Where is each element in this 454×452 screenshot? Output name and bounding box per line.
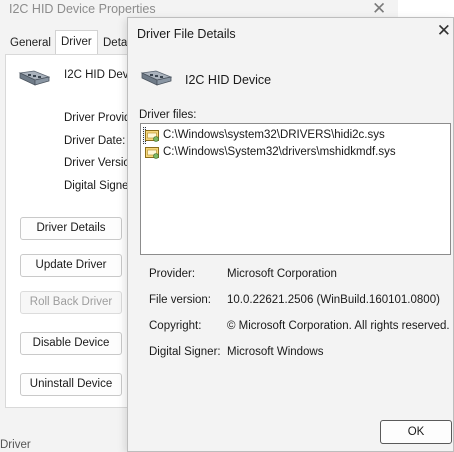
- close-icon[interactable]: ✕: [437, 21, 451, 41]
- digital-signer-label: Digital Signer:: [64, 180, 136, 192]
- bottom-text: Driver: [0, 439, 31, 451]
- disable-device-button[interactable]: Disable Device: [20, 332, 122, 355]
- driver-files-label: Driver files:: [139, 109, 197, 121]
- driver-file-details-dialog: Driver File Details ✕ I2C HID Device Dri…: [127, 17, 454, 452]
- file-version-label: File version:: [149, 294, 211, 306]
- hid-device-icon: [18, 70, 50, 86]
- driver-version-label: Driver Version: [64, 157, 137, 169]
- device-name: I2C HID Devic: [64, 69, 137, 81]
- provider-value: Microsoft Corporation: [227, 268, 337, 280]
- hid-device-icon: [140, 70, 172, 86]
- update-driver-button[interactable]: Update Driver: [20, 254, 122, 277]
- ok-button[interactable]: OK: [380, 420, 452, 444]
- uninstall-device-button[interactable]: Uninstall Device: [20, 373, 122, 396]
- copyright-label: Copyright:: [149, 320, 202, 332]
- driver-files-list[interactable]: C:\Windows\system32\DRIVERS\hidi2c.sys C…: [140, 123, 451, 255]
- roll-back-driver-button: Roll Back Driver: [20, 291, 122, 314]
- dialog-device-name: I2C HID Device: [185, 73, 272, 87]
- digital-signer-value: Microsoft Windows: [227, 346, 324, 358]
- dialog-title: Driver File Details: [137, 27, 236, 41]
- provider-label: Provider:: [149, 268, 196, 280]
- list-item[interactable]: C:\Windows\System32\drivers\mshidkmdf.sy…: [143, 144, 396, 161]
- list-item[interactable]: C:\Windows\system32\DRIVERS\hidi2c.sys: [143, 127, 385, 144]
- file-path: C:\Windows\system32\DRIVERS\hidi2c.sys: [163, 129, 385, 141]
- system-file-icon: [145, 130, 159, 142]
- driver-provider-label: Driver Provide: [64, 112, 137, 124]
- system-file-icon: [145, 147, 159, 159]
- driver-date-label: Driver Date:: [64, 135, 126, 147]
- window-title: I2C HID Device Properties: [9, 2, 156, 16]
- digital-signer-label: Digital Signer:: [149, 346, 221, 358]
- file-path: C:\Windows\System32\drivers\mshidkmdf.sy…: [163, 146, 396, 158]
- copyright-value: © Microsoft Corporation. All rights rese…: [227, 320, 450, 332]
- driver-details-button[interactable]: Driver Details: [20, 217, 122, 240]
- file-version-value: 10.0.22621.2506 (WinBuild.160101.0800): [227, 294, 440, 306]
- tab-driver[interactable]: Driver: [55, 30, 98, 55]
- tab-general[interactable]: General: [5, 33, 56, 53]
